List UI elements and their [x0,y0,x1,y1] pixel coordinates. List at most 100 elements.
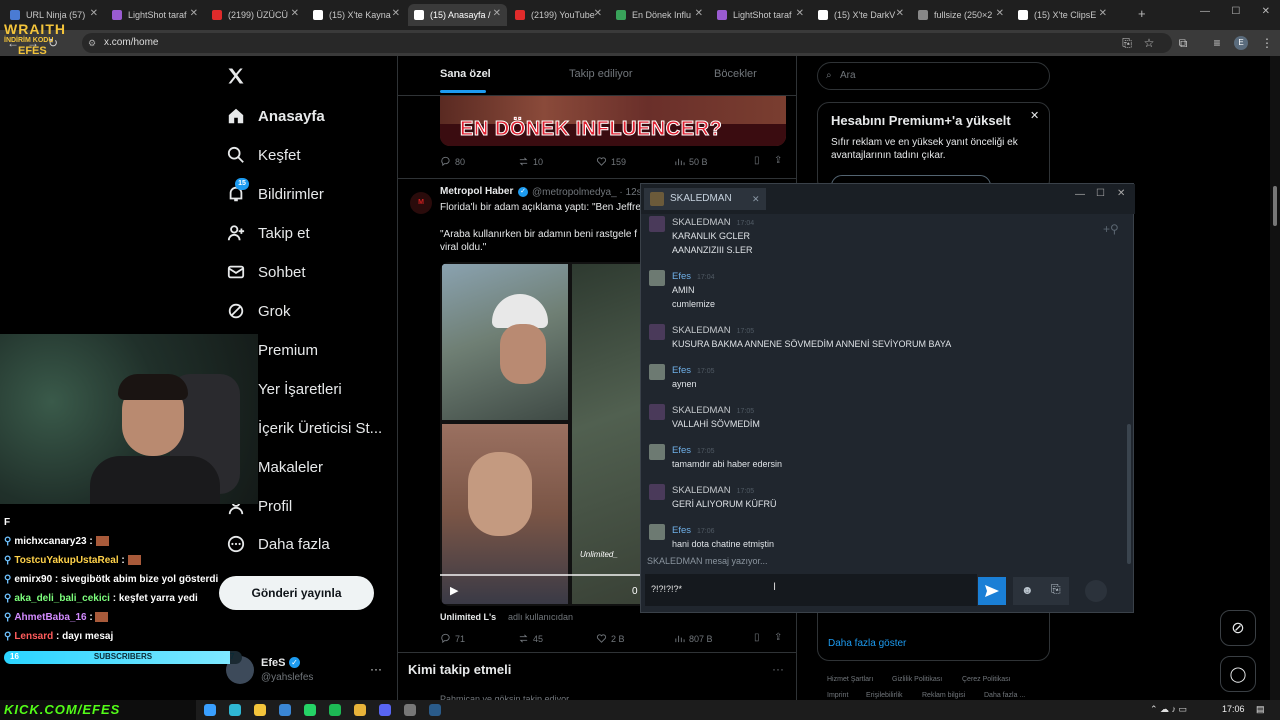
bookmark-post-icon[interactable]: ▯ [754,632,760,643]
site-info-icon[interactable]: ⚙ [88,33,96,53]
nav-item[interactable]: Grok [226,299,291,323]
reading-list-icon[interactable]: ≡ [1208,34,1226,52]
chat-titlebar[interactable]: SKALEDMAN ✕ — ☐ ✕ [641,184,1135,214]
explorer-icon[interactable] [254,704,266,716]
browser-tab[interactable]: (15) Anasayfa / ✕ [408,4,507,26]
close-tab-icon[interactable]: ✕ [594,8,602,19]
close-tab-icon[interactable]: ✕ [752,188,760,210]
browser-tab[interactable]: LightShot taraf ✕ [106,4,204,26]
chat-username[interactable]: SKALEDMAN 17:04 [672,217,754,228]
tab-bugs[interactable]: Böcekler [714,68,757,80]
post-image[interactable]: EN DÖNEK INFLUENCER? [440,96,786,146]
chat-avatar[interactable] [649,364,665,380]
chat-avatar[interactable] [649,270,665,286]
close-icon[interactable]: ✕ [1117,188,1125,199]
nav-item[interactable]: Daha fazla [226,532,330,556]
tray-icons[interactable]: ⌃ ☁ ♪ ▭ [1150,704,1187,715]
edge-icon[interactable] [229,704,241,716]
clock[interactable]: 17:06 [1222,704,1245,714]
browser-tab[interactable]: fullsize (250×2 ✕ [912,4,1010,26]
whatsapp-icon[interactable] [304,704,316,716]
add-friend-icon[interactable]: +⚲ [1103,222,1119,236]
account-name[interactable]: EfeS [261,657,285,669]
chat-username[interactable]: Efes 17:05 [672,365,715,376]
scrollbar-thumb[interactable] [1273,186,1277,226]
mail-icon[interactable] [279,704,291,716]
notifications-icon[interactable]: ▤ [1256,704,1265,715]
maximize-icon[interactable]: ☐ [1096,188,1105,199]
minimize-icon[interactable]: — [1200,6,1210,22]
bookmark-star-icon[interactable]: ☆ [1140,34,1158,52]
share-icon[interactable]: ⇪ [774,632,782,643]
close-tab-icon[interactable]: ✕ [291,8,299,19]
more-icon[interactable]: ··· [772,662,784,676]
footer-link[interactable]: Daha fazla ... [984,692,1025,699]
discord-icon[interactable] [379,704,391,716]
messages-float-icon[interactable]: ◯ [1220,656,1256,692]
browser-tab[interactable]: (15) X'te DarkV ✕ [812,4,910,26]
new-tab-button[interactable]: + [1138,6,1146,21]
nav-item[interactable]: Sohbet [226,260,306,284]
reply-button[interactable]: 71 [440,633,465,644]
views-button[interactable]: 807 B [674,633,713,644]
tab-for-you[interactable]: Sana özel [440,68,491,80]
chat-username[interactable]: SKALEDMAN 17:05 [672,325,754,336]
chat-username[interactable]: Efes 17:05 [672,445,715,456]
close-tab-icon[interactable]: ✕ [896,8,904,19]
chat-avatar[interactable] [649,444,665,460]
browser-tab[interactable]: (2199) ÜZÜCÜ ✕ [206,4,305,26]
chat-tab[interactable]: SKALEDMAN ✕ [644,188,766,210]
source-name[interactable]: Unlimited L's [440,612,496,622]
close-tab-icon[interactable]: ✕ [695,8,703,19]
repost-button[interactable]: 45 [518,633,543,644]
account-menu-icon[interactable]: ··· [370,662,382,676]
like-button[interactable]: 2 B [596,633,625,644]
profile-avatar[interactable]: E [1234,36,1248,50]
chrome-icon[interactable] [354,704,366,716]
chat-scrollbar[interactable] [1127,424,1131,564]
url-field[interactable]: ⚙ x.com/home [82,33,1172,53]
voice-icon[interactable] [1085,580,1107,602]
chat-username[interactable]: Efes 17:04 [672,271,715,282]
chat-avatar[interactable] [649,216,665,232]
browser-tab[interactable]: (2199) YouTube ✕ [509,4,608,26]
browser-tab[interactable]: (15) X'te ClipsE ✕ [1012,4,1113,26]
nav-item[interactable]: Keşfet [226,143,301,167]
browser-tab[interactable]: LightShot taraf ✕ [711,4,810,26]
nav-item[interactable]: 15 Bildirimler [226,178,324,206]
windows-icon[interactable] [204,704,216,716]
play-icon[interactable]: ▶ [450,584,458,597]
chat-avatar[interactable] [649,484,665,500]
obs-icon[interactable] [404,704,416,716]
emoji-icon[interactable]: ☻ [1021,583,1034,597]
page-scrollbar[interactable] [1270,56,1280,700]
close-icon[interactable]: ✕ [1030,109,1039,122]
footer-link[interactable]: Imprint [827,692,848,699]
browser-tab[interactable]: (15) X'te Kayna ✕ [307,4,406,26]
footer-link[interactable]: Çerez Politikası [962,676,1011,683]
post-handle[interactable]: @metropolmedya_ · 12s [532,187,642,198]
repost-button[interactable]: 10 [518,156,543,167]
steam-icon[interactable] [429,704,441,716]
menu-kebab-icon[interactable]: ⋮ [1258,34,1276,52]
close-tab-icon[interactable]: ✕ [190,8,198,19]
views-button[interactable]: 50 B [674,156,708,167]
nav-item[interactable]: Anasayfa [226,104,325,128]
extensions-icon[interactable]: ⧉ [1174,34,1192,52]
maximize-icon[interactable]: ☐ [1231,6,1240,22]
chat-username[interactable]: SKALEDMAN 17:05 [672,485,754,496]
close-tab-icon[interactable]: ✕ [1099,8,1107,19]
close-tab-icon[interactable]: ✕ [796,8,804,19]
attach-icon[interactable]: ⎘ [1051,582,1061,597]
bookmark-post-icon[interactable]: ▯ [754,155,760,166]
chat-username[interactable]: Efes 17:06 [672,525,715,536]
send-button[interactable] [978,577,1006,605]
post-button[interactable]: Gönderi yayınla [219,576,374,610]
share-icon[interactable]: ⇪ [774,155,782,166]
chat-avatar[interactable] [649,524,665,540]
chat-avatar[interactable] [649,324,665,340]
close-tab-icon[interactable]: ✕ [392,8,400,19]
reply-button[interactable]: 80 [440,156,465,167]
footer-link[interactable]: Hizmet Şartları [827,676,873,683]
footer-link[interactable]: Gizlilik Politikası [892,676,942,683]
